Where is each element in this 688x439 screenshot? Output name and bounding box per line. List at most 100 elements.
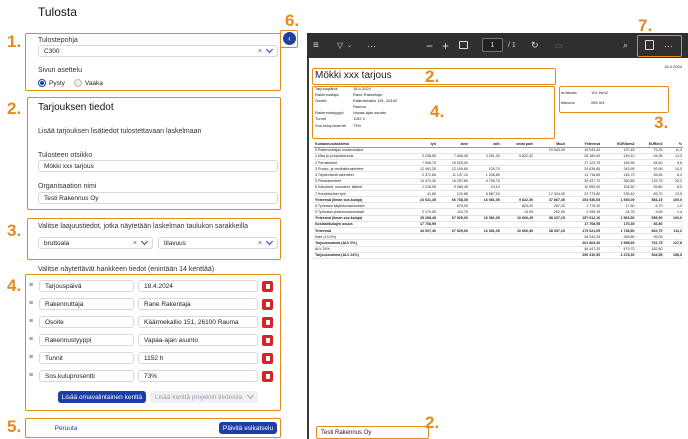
project-field-row: ≡ Tunnit 1152 h [29, 352, 279, 364]
field-value-input[interactable]: 73% [138, 370, 258, 382]
viewer-toolbar: ≡ ▽ ⌄ ··· − + 1 / 1 ↻ ▭ ⌕ ··· [307, 33, 688, 58]
update-preview-button[interactable]: Päivitä esikatselu [219, 422, 277, 434]
zoom-in-icon[interactable]: + [442, 39, 449, 53]
field-value-input[interactable]: Käärmekallio 151, 26100 Rauma [138, 316, 258, 328]
offer-info-heading: Tarjouksen tiedot [38, 102, 114, 113]
trash-icon[interactable] [262, 334, 273, 346]
field-name-input[interactable]: Tarjouspäivä [39, 280, 134, 292]
quantity-column-1-select[interactable]: bruttoala × [38, 237, 153, 249]
annotation-5: 5. [7, 417, 22, 436]
zoom-out-icon[interactable]: − [426, 39, 433, 53]
table-cell: 944,55 [635, 252, 664, 259]
two-page-icon: ▭ [555, 41, 563, 50]
rotate-icon[interactable]: ↻ [531, 40, 539, 51]
table-row: Tarjoussumma (ALV 24%) 250 310,50 2 478,30… [314, 252, 683, 259]
annotation-3: 3. [7, 221, 22, 240]
annotation-2: 2. [7, 99, 22, 118]
project-field-row: ≡ Tarjouspäivä 18.4.2024 [29, 280, 279, 292]
field-value-input[interactable]: Vapaa-ajan asunto [138, 334, 258, 346]
drag-handle-icon[interactable]: ≡ [29, 319, 35, 325]
print-title-label: Tulosteen otsikko [38, 152, 93, 159]
preview-date: 18.4.2024 [664, 64, 682, 69]
project-field-row: ≡ Osoite Käärmekallio 151, 26100 Rauma [29, 316, 279, 328]
drag-handle-icon[interactable]: ≡ [29, 373, 35, 379]
offer-info-description: Lisää tarjouksen lisätiedot tulostettava… [38, 128, 202, 135]
template-select[interactable]: C300 × [38, 45, 278, 57]
cost-table: Kustannuslaskelma työ aine alih omat palv Muu… [314, 141, 683, 259]
trash-icon[interactable] [262, 370, 273, 382]
annotation-4: 4. [7, 276, 22, 295]
add-project-field-select[interactable]: Lisää kenttä projektin tiedoista [150, 391, 258, 403]
print-page: Tulosta 1. Tulostepohja C300 × Sivun ase… [0, 0, 688, 439]
template-value: C300 [44, 47, 60, 55]
field-name-input[interactable]: Osoite [39, 316, 134, 328]
project-field-row: ≡ Rakennustyyppi Vapaa-ajan asunto [29, 334, 279, 346]
clear-icon[interactable]: × [258, 240, 262, 247]
table-cell: Tarjoussumma (ALV 24%) [314, 252, 406, 259]
chevron-left-icon: ‹ [288, 34, 291, 43]
chevron-down-icon[interactable] [265, 45, 274, 54]
table-cell: 250 310,50 [565, 252, 602, 259]
table-cell [533, 252, 566, 259]
orientation-portrait-radio[interactable]: Pysty [38, 79, 65, 87]
search-icon[interactable]: ⌕ [623, 40, 628, 51]
annotation-box-7 [637, 35, 682, 57]
field-name-input[interactable]: Rakennustyyppi [39, 334, 134, 346]
trash-icon[interactable] [262, 280, 273, 292]
annotation-box-3b [559, 86, 669, 113]
annotation-3b: 3. [654, 113, 669, 132]
drag-handle-icon[interactable]: ≡ [29, 301, 35, 307]
orientation-landscape-radio[interactable]: Vaaka [73, 79, 103, 87]
drag-handle-icon[interactable]: ≡ [29, 283, 35, 289]
chevron-down-icon [246, 391, 255, 400]
table-cell: 2 478,30 [601, 252, 636, 259]
chevron-down-icon[interactable]: ⌄ [347, 42, 352, 49]
annotation-1: 1. [7, 32, 22, 51]
field-name-input[interactable]: Rakennuttaja [39, 298, 134, 310]
quantity-columns-label: Valitse laajuustiedot, jotka näytetään l… [38, 223, 248, 230]
field-value-input[interactable]: 1152 h [138, 352, 258, 364]
filter-icon[interactable]: ▽ [337, 41, 343, 50]
page-total: / 1 [508, 42, 516, 49]
template-label: Tulostepohja [38, 37, 78, 44]
trash-icon[interactable] [262, 316, 273, 328]
field-value-input[interactable]: Rane Rakentaja [138, 298, 258, 310]
fit-page-icon[interactable] [459, 41, 468, 49]
project-fields-label: Valitse näytettävät hankkeen tiedot (eni… [38, 266, 215, 273]
drag-handle-icon[interactable]: ≡ [29, 355, 35, 361]
project-field-row: ≡ Rakennuttaja Rane Rakentaja [29, 298, 279, 310]
field-value-input[interactable]: 18.4.2024 [138, 280, 258, 292]
hamburger-icon[interactable]: ≡ [313, 40, 319, 51]
clear-icon[interactable]: × [133, 240, 137, 247]
trash-icon[interactable] [262, 298, 273, 310]
project-field-row: ≡ Sos.kuluprosentti 73% [29, 370, 279, 382]
chevron-down-icon[interactable] [140, 237, 149, 246]
more-icon[interactable]: ··· [367, 41, 376, 51]
quantity-column-2-select[interactable]: tilavuus × [158, 237, 278, 249]
radio-unselected-icon [73, 79, 82, 87]
annotation-7: 7. [638, 16, 653, 35]
trash-icon[interactable] [262, 352, 273, 364]
page-title: Tulosta [38, 5, 77, 19]
table-cell: 158,5 [663, 252, 683, 259]
annotation-box-4b [312, 86, 555, 139]
page-number-input[interactable]: 1 [482, 38, 503, 52]
cancel-button[interactable]: Peruuta [52, 422, 80, 434]
organization-label: Organisaation nimi [38, 183, 97, 190]
annotation-box-2c [316, 426, 429, 439]
radio-selected-icon [38, 79, 46, 87]
table-cell [468, 252, 501, 259]
table-cell [437, 252, 469, 259]
print-title-input[interactable]: Mökki xxx tarjous [38, 160, 278, 172]
annotation-box-2b [312, 68, 556, 85]
drag-handle-icon[interactable]: ≡ [29, 337, 35, 343]
clear-icon[interactable]: × [258, 48, 262, 55]
table-cell [500, 252, 534, 259]
annotation-6: 6. [285, 11, 300, 30]
collapse-panel-button[interactable]: ‹ [283, 32, 296, 45]
field-name-input[interactable]: Sos.kuluprosentti [39, 370, 134, 382]
add-custom-field-button[interactable]: Lisää omavalintainen kenttä [58, 391, 146, 403]
organization-input[interactable]: Testi Rakennus Oy [38, 192, 278, 204]
field-name-input[interactable]: Tunnit [39, 352, 134, 364]
chevron-down-icon[interactable] [265, 237, 274, 246]
